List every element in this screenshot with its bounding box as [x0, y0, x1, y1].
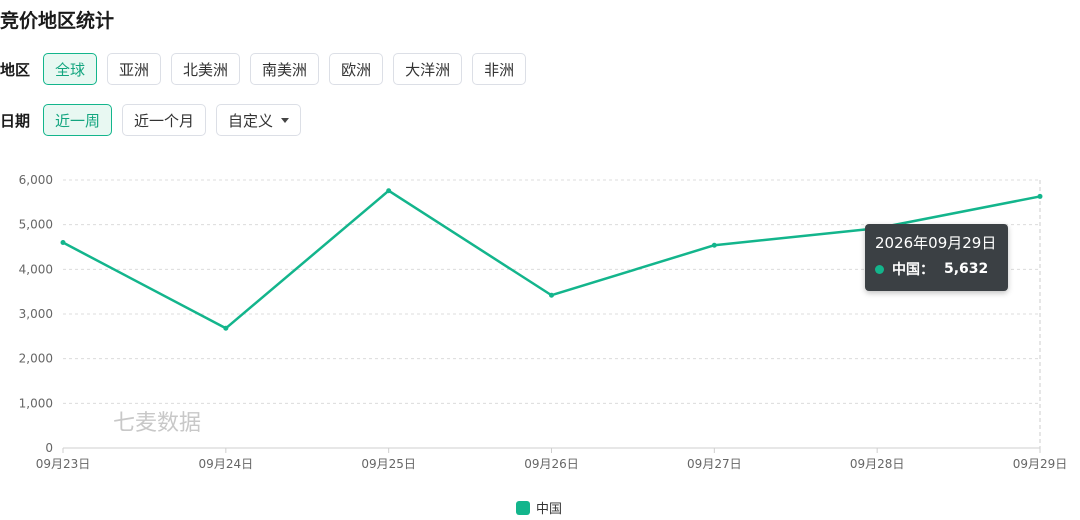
y-tick-label: 5,000	[19, 218, 53, 232]
y-tick-label: 0	[45, 441, 53, 455]
region-option-global[interactable]: 全球	[43, 53, 98, 85]
watermark: 七麦数据	[113, 411, 201, 436]
data-point	[386, 188, 392, 194]
region-filter-label: 地区	[0, 60, 31, 79]
x-tick-label: 09月29日	[1013, 457, 1068, 471]
tooltip-date: 2026年09月29日	[875, 234, 997, 252]
y-tick-label: 3,000	[19, 307, 53, 321]
date-filter: 日期 近一周 近一个月 自定义	[0, 103, 311, 137]
date-filter-label: 日期	[0, 111, 31, 130]
page-title: 竞价地区统计	[0, 10, 115, 32]
region-option-africa[interactable]: 非洲	[472, 53, 527, 85]
y-tick-label: 1,000	[19, 396, 53, 410]
tooltip-series-dot	[875, 264, 884, 274]
legend-label: 中国	[536, 502, 563, 517]
date-option-custom-label: 自定义	[228, 111, 274, 130]
date-option-custom-dropdown[interactable]: 自定义	[216, 104, 302, 136]
x-tick-label: 09月27日	[687, 457, 742, 471]
data-point	[711, 242, 717, 248]
region-filter: 地区 全球 亚洲 北美洲 南美洲 欧洲 大洋洲 非洲	[0, 52, 536, 86]
x-tick-label: 09月24日	[199, 457, 254, 471]
y-tick-label: 4,000	[19, 262, 53, 276]
region-option-asia[interactable]: 亚洲	[107, 53, 162, 85]
date-option-last-week[interactable]: 近一周	[43, 104, 113, 136]
data-point	[60, 240, 66, 246]
x-axis-ticks: 09月23日 09月24日 09月25日 09月26日 09月27日 09月28日 09月2…	[36, 448, 1068, 471]
date-option-last-month[interactable]: 近一个月	[122, 104, 207, 136]
y-tick-label: 6,000	[19, 173, 53, 187]
x-tick-label: 09月28日	[850, 457, 905, 471]
tooltip-value: 5,632	[944, 261, 989, 277]
data-point	[549, 292, 554, 298]
data-point	[223, 325, 229, 331]
tooltip-series-name: 中国：	[892, 262, 934, 278]
data-tooltip: 2026年09月29日 中国： 5,632	[865, 224, 1008, 291]
chevron-down-icon	[281, 117, 290, 123]
data-point	[1037, 193, 1043, 199]
tooltip-row: 中国： 5,632	[875, 259, 998, 279]
line-chart: 01,0002,0003,0004,0005,0006,000 09月23日 09…	[19, 173, 1068, 471]
x-tick-label: 09月23日	[36, 457, 91, 471]
grid-lines	[63, 179, 1041, 449]
x-tick-label: 09月26日	[524, 457, 579, 471]
legend-swatch	[516, 500, 530, 515]
region-option-south-america[interactable]: 南美洲	[250, 53, 320, 85]
region-option-oceania[interactable]: 大洋洲	[393, 53, 463, 85]
region-option-north-america[interactable]: 北美洲	[171, 53, 241, 85]
y-tick-label: 2,000	[19, 352, 53, 366]
region-option-europe[interactable]: 欧洲	[329, 53, 384, 85]
y-axis-ticks: 0 1,000 2,000 3,000 4,000 5,000 6,000	[19, 173, 53, 455]
x-tick-label: 09月25日	[361, 457, 416, 471]
chart-legend[interactable]: 中国	[516, 498, 562, 517]
